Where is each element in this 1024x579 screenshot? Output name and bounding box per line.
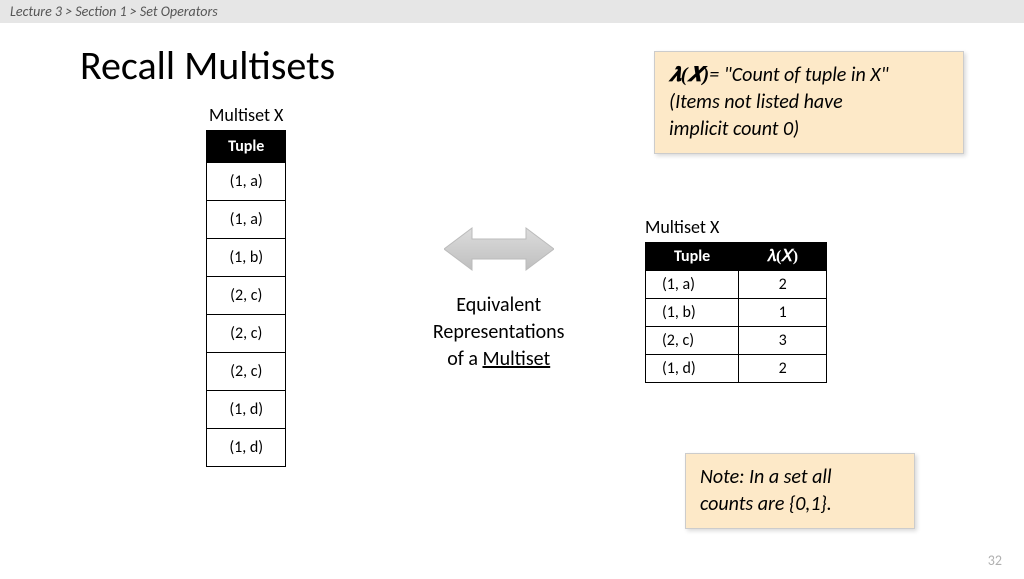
table-row: (1, b) — [645, 299, 738, 327]
breadcrumb: Lecture 3 > Section 1 > Set Operators — [0, 0, 1024, 23]
callout-text-3: implicit count 0) — [669, 117, 799, 141]
table-row: (1, b) — [207, 239, 286, 277]
page-number: 32 — [988, 552, 1002, 569]
right-column: Multiset X Tuple 𝜆(𝑋) (1, a)2 (1, b)1 (2… — [645, 104, 954, 529]
right-th-tuple: Tuple — [645, 243, 738, 271]
table-row: (1, d) — [207, 429, 286, 467]
callout-text-1: = "Count of tuple in X" — [709, 63, 888, 87]
callout-lambda-def: 𝝀(𝑿)= "Count of tuple in X" (Items not l… — [654, 51, 964, 154]
arrow-caption: Equivalent Representations of a Multiset — [433, 292, 565, 373]
table-row: 1 — [739, 299, 827, 327]
table-row: (1, d) — [645, 355, 738, 383]
left-column: Multiset X Tuple (1, a) (1, a) (1, b) (2… — [140, 104, 352, 467]
left-table-label: Multiset X — [209, 104, 283, 126]
table-row: 2 — [739, 355, 827, 383]
double-arrow-icon — [444, 224, 554, 274]
left-th: Tuple — [207, 131, 286, 163]
slide-body: Recall Multisets 𝝀(𝑿)= "Count of tuple i… — [0, 23, 1024, 579]
left-table: Tuple (1, a) (1, a) (1, b) (2, c) (2, c)… — [206, 130, 286, 467]
callout-note: Note: In a set all counts are {0,1}. — [685, 453, 915, 529]
right-table-label: Multiset X — [645, 216, 719, 238]
table-row: (2, c) — [207, 315, 286, 353]
middle-column: Equivalent Representations of a Multiset — [392, 104, 604, 373]
table-row: (1, a) — [645, 271, 738, 299]
table-row: (2, c) — [207, 277, 286, 315]
callout-text-2: (Items not listed have — [669, 90, 843, 114]
table-row: (2, c) — [645, 327, 738, 355]
right-table: Tuple 𝜆(𝑋) (1, a)2 (1, b)1 (2, c)3 (1, d… — [645, 242, 827, 383]
table-row: 2 — [739, 271, 827, 299]
table-row: 3 — [739, 327, 827, 355]
table-row: (2, c) — [207, 353, 286, 391]
table-row: (1, a) — [207, 163, 286, 201]
right-th-lambda: 𝜆(𝑋) — [739, 243, 827, 271]
table-row: (1, a) — [207, 201, 286, 239]
table-row: (1, d) — [207, 391, 286, 429]
lambda-expr: 𝝀(𝑿) — [669, 64, 709, 86]
